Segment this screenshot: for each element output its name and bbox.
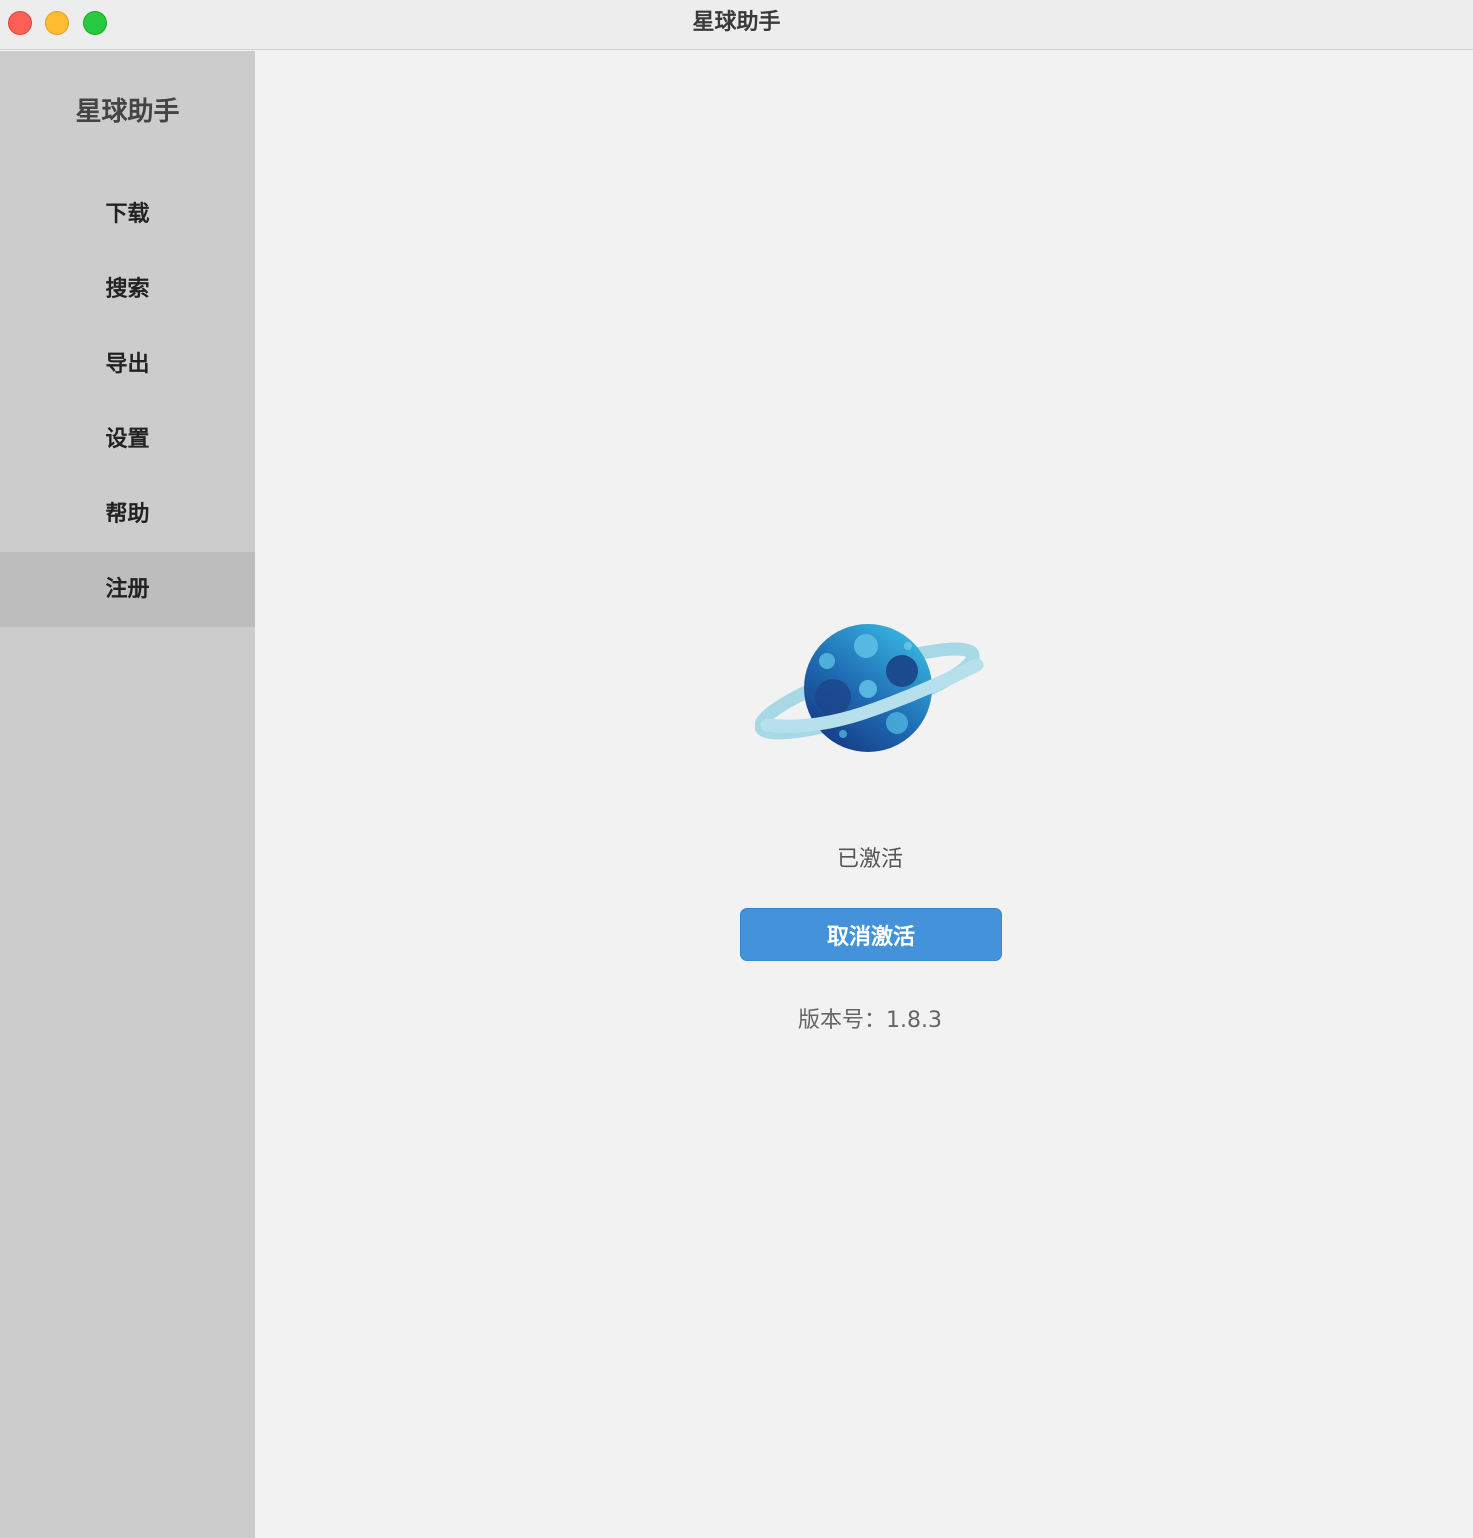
close-window-button[interactable] bbox=[8, 11, 32, 35]
sidebar: 星球助手 下载 搜索 导出 设置 帮助 注册 bbox=[0, 51, 255, 1538]
sidebar-item-help[interactable]: 帮助 bbox=[0, 477, 255, 552]
activation-status: 已激活 bbox=[836, 847, 903, 872]
window-title: 星球助手 bbox=[692, 10, 781, 35]
version-label: 版本号：1.8.3 bbox=[798, 1008, 942, 1033]
app-window: 星球助手 星球助手 下载 搜索 导出 设置 帮助 注册 已激活 取消激活 版本号… bbox=[0, 0, 1473, 1538]
planet-icon bbox=[755, 624, 984, 752]
minimize-window-button[interactable] bbox=[45, 11, 69, 35]
deactivate-button[interactable]: 取消激活 bbox=[740, 908, 1002, 961]
sidebar-item-settings[interactable]: 设置 bbox=[0, 402, 255, 477]
sidebar-item-register[interactable]: 注册 bbox=[0, 552, 255, 627]
title-bar[interactable]: 星球助手 bbox=[0, 0, 1473, 50]
sidebar-nav: 下载 搜索 导出 设置 帮助 注册 bbox=[0, 177, 255, 627]
sidebar-app-title: 星球助手 bbox=[75, 97, 180, 127]
sidebar-item-download[interactable]: 下载 bbox=[0, 177, 255, 252]
main-content: 已激活 取消激活 版本号：1.8.3 bbox=[255, 51, 1473, 1538]
sidebar-item-search[interactable]: 搜索 bbox=[0, 252, 255, 327]
sidebar-item-export[interactable]: 导出 bbox=[0, 327, 255, 402]
maximize-window-button[interactable] bbox=[83, 11, 107, 35]
